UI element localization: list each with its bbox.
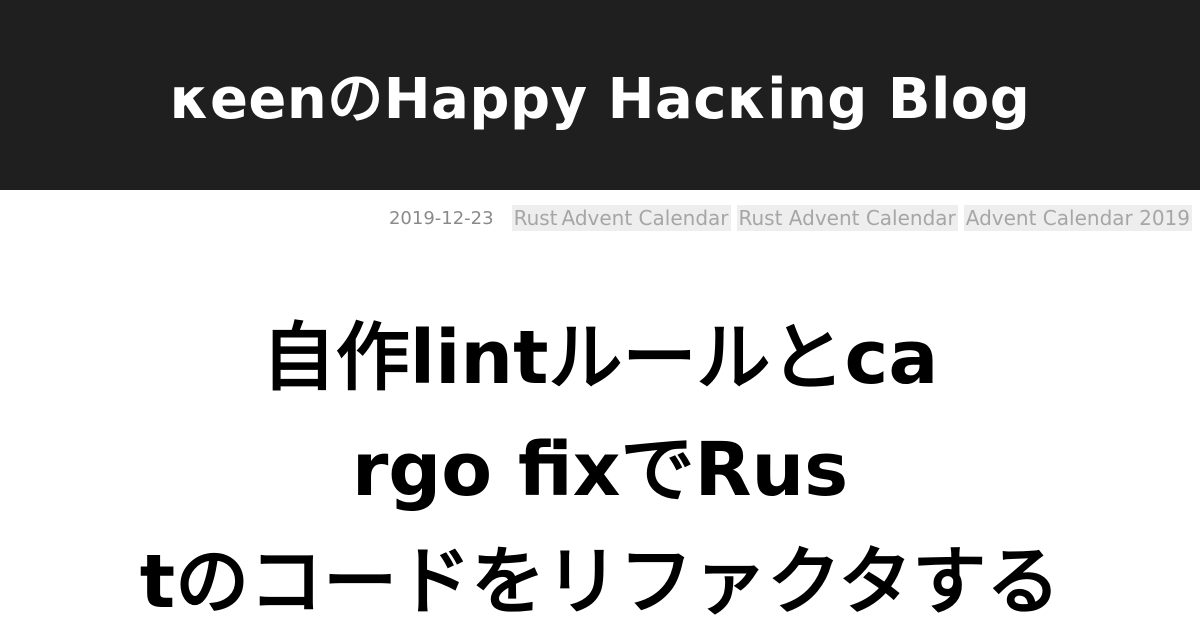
tag-advent-calendar[interactable]: Advent Calendar: [559, 205, 731, 231]
post-meta: 2019-12-23 Rust Advent Calendar Rust Adv…: [389, 204, 1192, 232]
tag-advent-calendar-2019[interactable]: Advent Calendar 2019: [963, 205, 1192, 231]
post-title: 自作lintルールとca rgo fixでRus tのコードをリファクタする: [40, 302, 1160, 630]
post-date: 2019-12-23: [388, 207, 494, 229]
site-header: κeenのHappy Hacκing Blog: [0, 0, 1200, 190]
post-title-line: 自作lintルールとca: [261, 314, 939, 401]
post-title-line: rgo fixでRus: [351, 426, 849, 513]
tag-rust[interactable]: Rust: [511, 205, 560, 231]
blog-ogp-card: κeenのHappy Hacκing Blog 2019-12-23 Rust …: [0, 0, 1200, 630]
tag-rust-advent-calendar[interactable]: Rust Advent Calendar: [736, 205, 958, 231]
site-title[interactable]: κeenのHappy Hacκing Blog: [0, 60, 1200, 140]
post-title-line: tのコードをリファクタする: [139, 538, 1061, 625]
